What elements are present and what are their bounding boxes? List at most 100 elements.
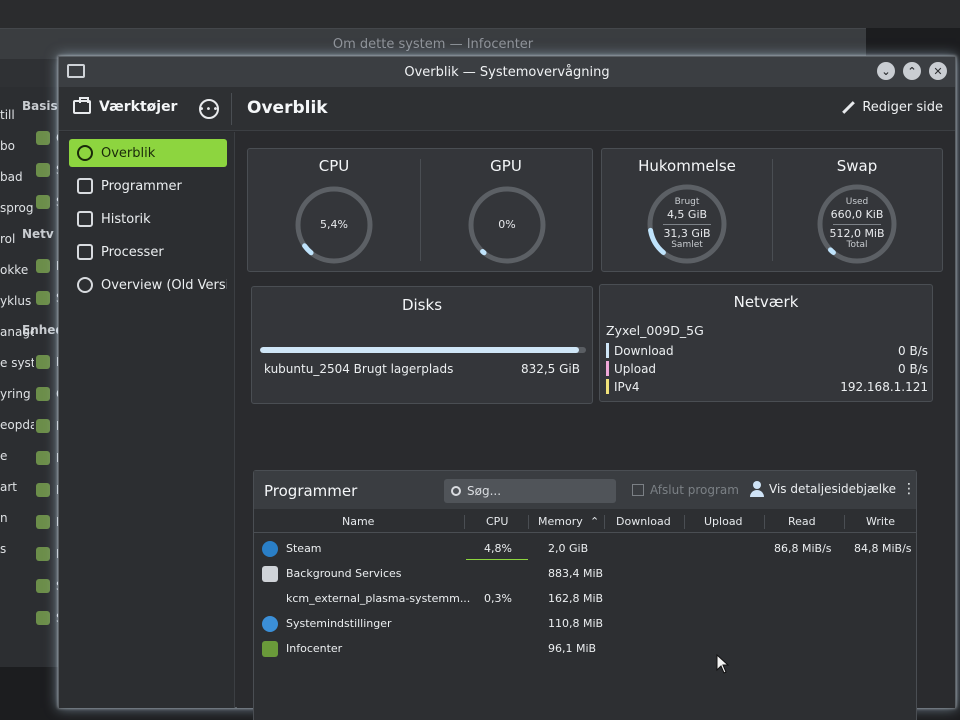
background-item-icon	[36, 579, 50, 593]
column-separator	[528, 515, 529, 529]
network-title: Netværk	[733, 293, 799, 311]
background-item-icon	[36, 611, 50, 625]
column-upload[interactable]: Upload	[704, 515, 743, 528]
user-info-icon	[750, 481, 764, 497]
column-write[interactable]: Write	[866, 515, 895, 528]
system-monitor-app-icon	[67, 64, 85, 78]
column-download[interactable]: Download	[616, 515, 671, 528]
disk-name: kubuntu_2504 Brugt lagerplads	[264, 362, 454, 376]
sidebar-item-overblik[interactable]: Overblik	[69, 139, 227, 167]
show-details-button[interactable]: Vis detaljesidebjælke	[750, 481, 896, 497]
gpu-ring: 0%	[467, 185, 547, 265]
background-sidebar-item[interactable]: St	[0, 573, 60, 599]
minimize-icon[interactable]: ⌄	[877, 62, 895, 80]
memory-swap-card[interactable]: Hukommelse Swap Brugt 4,5 GiB 31,3 GiB S…	[601, 148, 943, 272]
sidebar-item-overview-old[interactable]: Overview (Old Versi...	[69, 271, 227, 299]
upload-color-mark	[606, 361, 609, 376]
kill-icon	[632, 484, 644, 496]
memory-total-value: 31,3 GiB	[663, 226, 711, 240]
background-item-icon	[36, 291, 50, 305]
programs-search-input[interactable]: Søg...	[444, 479, 616, 503]
sidebar: Overblik Programmer Historik Processer O…	[59, 132, 235, 708]
process-memory: 162,8 MiB	[548, 592, 604, 605]
sidebar-item-label: Overview (Old Versi...	[101, 277, 227, 293]
process-cpu: 0,3%	[484, 592, 512, 605]
download-color-mark	[606, 343, 609, 358]
infocenter-icon	[262, 641, 278, 657]
toolbar-divider	[231, 93, 232, 125]
background-left-fragment: okke	[0, 263, 29, 277]
edit-page-label: Rediger side	[862, 100, 943, 115]
background-item-icon	[36, 387, 50, 401]
disk-usage-fill	[260, 347, 580, 353]
process-name: Infocenter	[286, 642, 343, 655]
column-memory[interactable]: Memory	[538, 515, 583, 528]
search-placeholder: Søg...	[467, 484, 502, 498]
background-sidebar-item[interactable]: Sy	[0, 605, 60, 631]
edit-page-button[interactable]: Rediger side	[842, 100, 943, 115]
swap-used-value: 660,0 KiB	[830, 207, 884, 221]
process-memory: 883,4 MiB	[548, 567, 604, 580]
overview-page: CPU GPU 5,4% 0% Hukommelse Swap Brugt 4,…	[237, 132, 955, 720]
system-monitor-window[interactable]: Overblik — Systemovervågning ⌄ ⌃ ✕ Værkt…	[58, 56, 956, 720]
background-left-fragment: sprog	[0, 201, 34, 215]
sidebar-item-label: Historik	[101, 211, 151, 227]
cpu-value: 5,4%	[320, 218, 348, 232]
swap-used-label: Used	[845, 196, 869, 207]
process-cpu: 4,8%	[484, 542, 512, 555]
ipv4-color-mark	[606, 379, 609, 394]
disks-card[interactable]: Disks kubuntu_2504 Brugt lagerplads 832,…	[251, 286, 593, 404]
process-name: Steam	[286, 542, 322, 555]
network-ipv4-row: IPv4 192.168.1.121	[606, 378, 928, 395]
disks-title: Disks	[401, 296, 443, 314]
kebab-menu-icon[interactable]: ⋮	[902, 481, 916, 497]
swap-title: Swap	[836, 157, 878, 175]
sidebar-item-historik[interactable]: Historik	[69, 205, 227, 233]
table-row[interactable]: kcm_external_plasma-systemm... 0,3% 162,8 …	[254, 587, 916, 612]
process-name: kcm_external_plasma-systemm...	[286, 592, 471, 605]
gauge-icon	[77, 277, 93, 293]
process-write: 84,8 MiB/s	[854, 542, 912, 555]
tools-label: Værktøjer	[99, 99, 178, 115]
programs-column-headers: Name CPU Memory ⌃ Download Upload Read W…	[254, 511, 916, 533]
more-options-icon[interactable]: •••	[199, 99, 219, 119]
background-item-icon	[36, 131, 50, 145]
process-read: 86,8 MiB/s	[774, 542, 832, 555]
close-icon[interactable]: ✕	[929, 62, 947, 80]
programs-card[interactable]: Programmer Søg... Afslut program Vis det…	[253, 470, 917, 720]
sidebar-item-programmer[interactable]: Programmer	[69, 172, 227, 200]
pencil-icon	[842, 101, 856, 115]
search-icon	[451, 486, 461, 496]
process-memory: 2,0 GiB	[548, 542, 589, 555]
overview-icon	[77, 145, 93, 161]
kill-program-button[interactable]: Afslut program	[632, 483, 739, 497]
background-item-icon	[36, 547, 50, 561]
cpu-gpu-card[interactable]: CPU GPU 5,4% 0%	[247, 148, 593, 272]
memory-divider	[663, 223, 711, 225]
toolbox-icon	[73, 97, 91, 114]
network-download-row: Download 0 B/s	[606, 342, 928, 359]
column-separator	[844, 515, 845, 529]
maximize-icon[interactable]: ⌃	[903, 62, 921, 80]
table-row[interactable]: Background Services 883,4 MiB	[254, 562, 916, 587]
swap-divider	[833, 223, 881, 225]
memory-used-label: Brugt	[674, 196, 700, 207]
gpu-value: 0%	[498, 218, 516, 232]
column-name[interactable]: Name	[342, 515, 374, 528]
programs-title: Programmer	[264, 482, 358, 500]
column-read[interactable]: Read	[788, 515, 816, 528]
window-title: Overblik — Systemovervågning	[404, 64, 610, 80]
background-left-fragment: bad	[0, 170, 23, 184]
background-item-icon	[36, 515, 50, 529]
mouse-pointer-icon	[716, 653, 730, 674]
table-row[interactable]: Infocenter 96,1 MiB	[254, 637, 916, 662]
table-row[interactable]: Systemindstillinger 110,8 MiB	[254, 612, 916, 637]
tools-button[interactable]: Værktøjer	[73, 97, 178, 115]
sidebar-item-processer[interactable]: Processer	[69, 238, 227, 266]
column-separator	[464, 515, 465, 529]
background-left-fragment: n	[0, 511, 8, 525]
network-card[interactable]: Netværk Zyxel_009D_5G Download 0 B/s Upl…	[599, 284, 933, 402]
table-row[interactable]: Steam 4,8% 2,0 GiB 86,8 MiB/s 84,8 MiB/s	[254, 537, 916, 562]
window-titlebar[interactable]: Overblik — Systemovervågning ⌄ ⌃ ✕	[59, 57, 955, 87]
column-cpu[interactable]: CPU	[486, 515, 508, 528]
